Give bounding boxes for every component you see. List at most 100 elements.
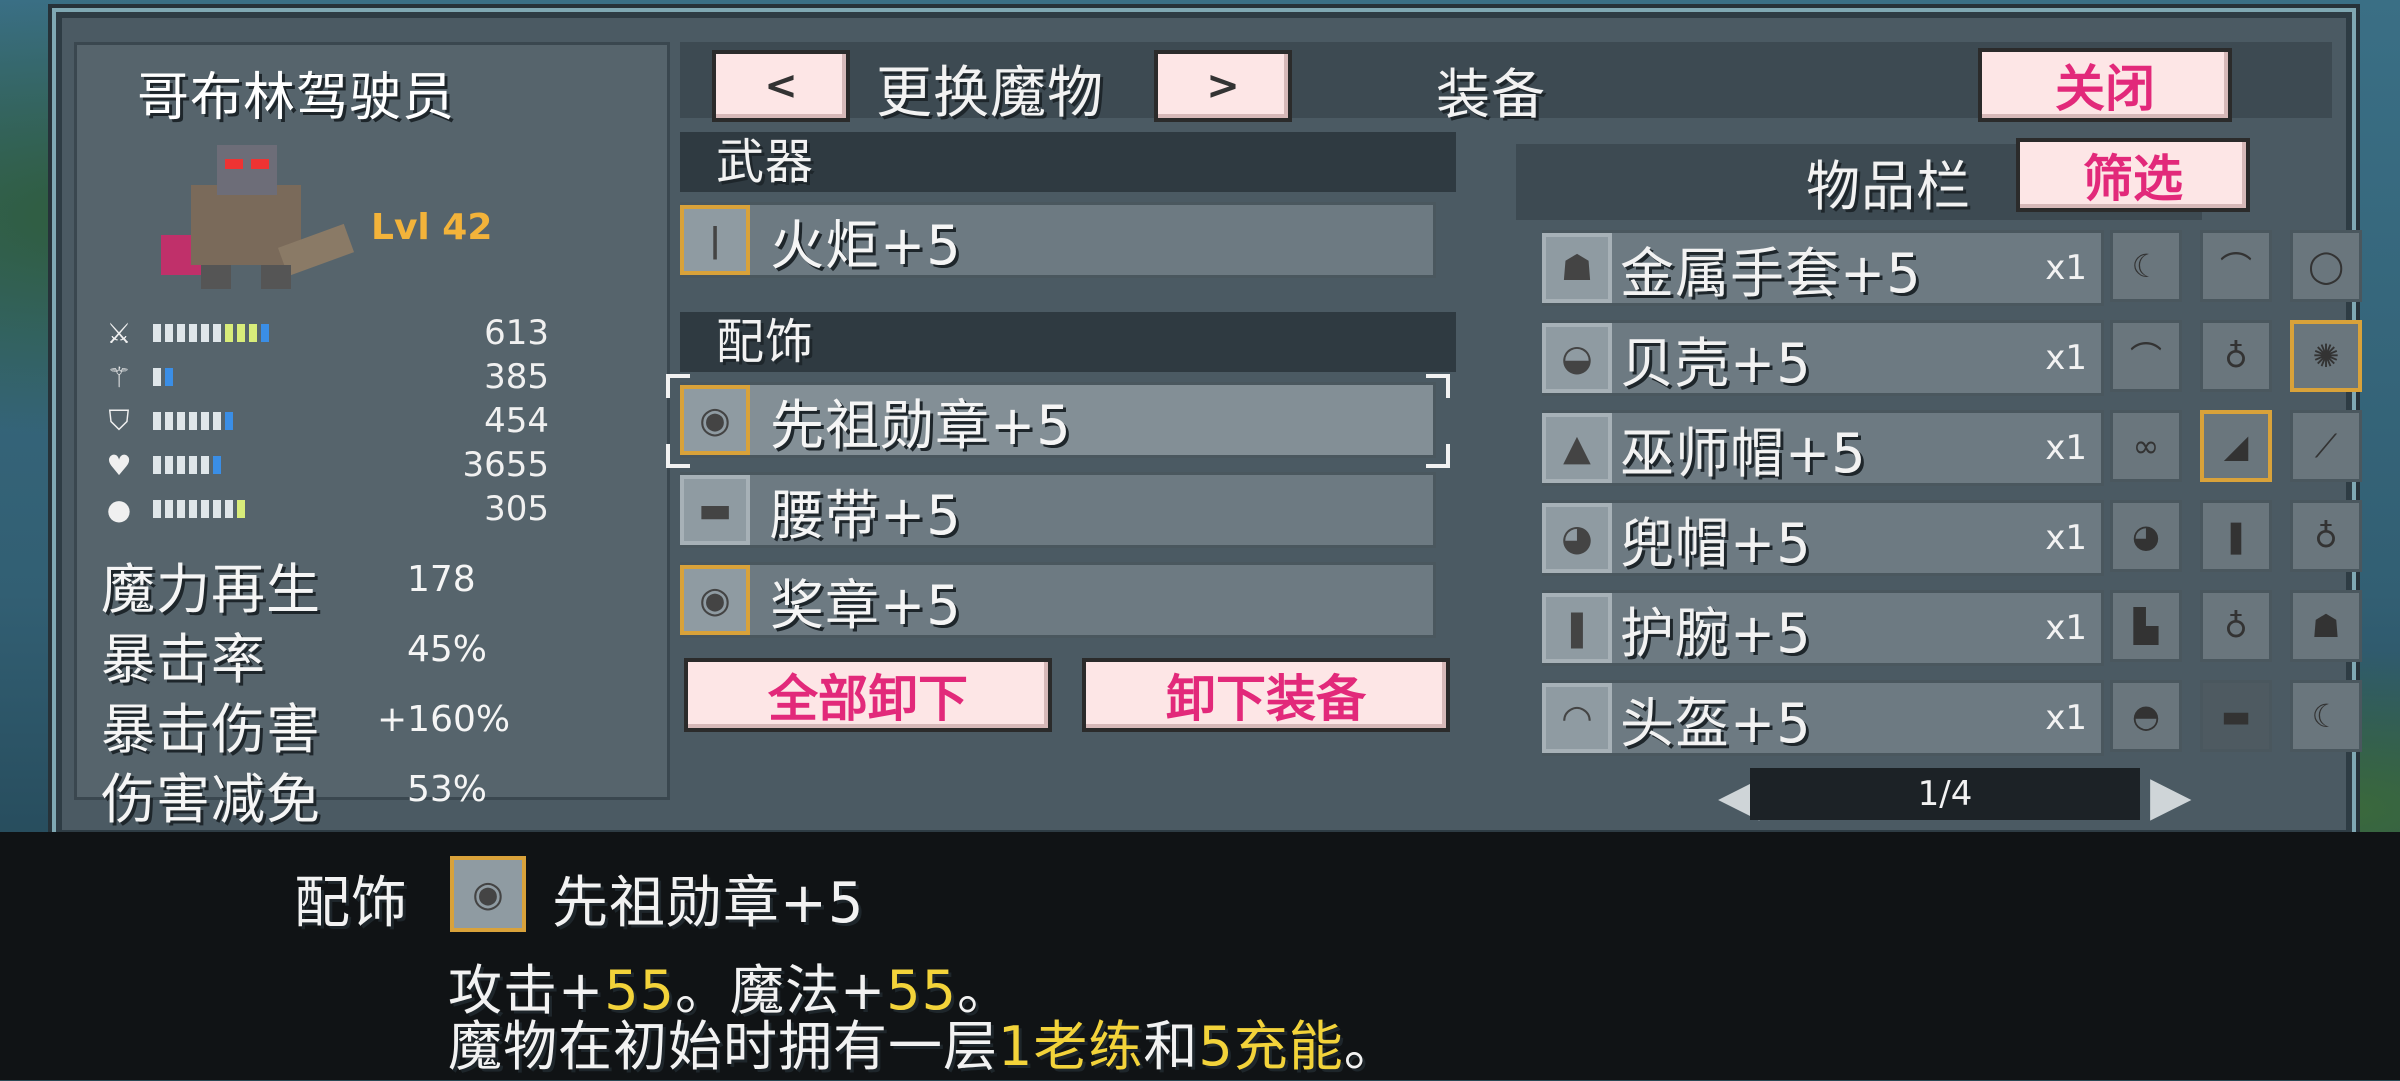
tooltip-value: 1老练 bbox=[998, 1015, 1144, 1078]
selection-corner bbox=[666, 374, 690, 398]
stat-magic: ⚚ 385 bbox=[103, 357, 549, 397]
sword-icon: ⚔ bbox=[106, 316, 132, 350]
selection-corner bbox=[1426, 374, 1450, 398]
inventory-item[interactable]: ▲ 巫师帽+5 x1 bbox=[1542, 410, 2104, 486]
pouch-icon[interactable]: ♁ bbox=[2200, 590, 2272, 662]
belt-icon: ▬ bbox=[680, 475, 750, 545]
medal-icon: ◉ bbox=[450, 856, 526, 932]
crit-rate-label: 暴击率 bbox=[101, 628, 266, 691]
tooltip-text: 。 bbox=[1343, 1015, 1399, 1078]
feather-icon[interactable]: ⟋ bbox=[2290, 410, 2362, 482]
selection-corner bbox=[1426, 444, 1450, 468]
close-button[interactable]: 关闭 bbox=[1978, 48, 2232, 122]
claw-icon[interactable]: ☾ bbox=[2290, 680, 2362, 752]
change-monster-label: 更换魔物 bbox=[876, 61, 1104, 126]
monster-panel: 哥布林驾驶员 Lvl 42 ⚔ 613 ⚚ 385 ⛉ 454 ♥ 3655 ●… bbox=[74, 42, 670, 831]
unequip-all-button[interactable]: 全部卸下 bbox=[684, 658, 1052, 732]
chain-icon[interactable]: ∞ bbox=[2110, 410, 2182, 482]
torch-icon: ǀ bbox=[680, 205, 750, 275]
potion-icon: ● bbox=[106, 492, 132, 526]
inventory-item-qty: x1 bbox=[2045, 518, 2087, 558]
unequip-button[interactable]: 卸下装备 bbox=[1082, 658, 1450, 732]
medal-icon: ◉ bbox=[680, 385, 750, 455]
inventory-item-name: 贝壳+5 bbox=[1620, 331, 1812, 395]
stat-defense: ⛉ 454 bbox=[103, 401, 549, 441]
mana-regen-value: 178 bbox=[407, 559, 476, 600]
stat-bar bbox=[153, 412, 303, 430]
page-indicator: 1/4 bbox=[1750, 768, 2140, 820]
tooltip-text: 和 bbox=[1143, 1015, 1199, 1078]
boomerang-icon[interactable]: ⌒ bbox=[2200, 230, 2272, 302]
tooltip-text: 魔物在初始时拥有一层 bbox=[448, 1015, 998, 1078]
stat-bar bbox=[153, 368, 303, 386]
inventory-item[interactable]: ❚ 护腕+5 x1 bbox=[1542, 590, 2104, 666]
weapon-slot-label: 火炬+5 bbox=[770, 213, 962, 277]
gauntlet-icon[interactable]: ☗ bbox=[2290, 590, 2362, 662]
crit-damage-label: 暴击伤害 bbox=[101, 698, 321, 761]
weapon-section-header: 武器 bbox=[680, 132, 1456, 192]
tooltip-line-2: 魔物在初始时拥有一层1老练和5充能。 bbox=[448, 1002, 1399, 1081]
accessory-slot-1[interactable]: ◉ 先祖勋章+5 bbox=[680, 382, 1436, 458]
stat-attack: ⚔ 613 bbox=[103, 313, 549, 353]
mana-regen-label: 魔力再生 bbox=[101, 558, 321, 621]
inventory-item[interactable]: ◠ 头盔+5 x1 bbox=[1542, 680, 2104, 756]
inventory-item-qty: x1 bbox=[2045, 698, 2087, 738]
accessory-slot-2[interactable]: ▬ 腰带+5 bbox=[680, 472, 1436, 548]
pouch-icon[interactable]: ♁ bbox=[2290, 500, 2362, 572]
bracer-icon: ❚ bbox=[1542, 593, 1612, 663]
inventory-item-name: 兜帽+5 bbox=[1620, 511, 1812, 575]
inventory-item-name: 头盔+5 bbox=[1620, 691, 1812, 755]
medal-icon: ◉ bbox=[680, 565, 750, 635]
inventory-item[interactable]: ☗ 金属手套+5 x1 bbox=[1542, 230, 2104, 306]
monster-name: 哥布林驾驶员 bbox=[137, 68, 456, 128]
bracer-icon[interactable]: ❚ bbox=[2200, 500, 2272, 572]
damage-reduction-label: 伤害减免 bbox=[101, 768, 321, 831]
heart-icon: ♥ bbox=[106, 448, 132, 482]
inventory-item[interactable]: ◒ 贝壳+5 x1 bbox=[1542, 320, 2104, 396]
accessory-section-header: 配饰 bbox=[680, 312, 1456, 372]
stat-value: 454 bbox=[484, 401, 549, 441]
inventory-item-qty: x1 bbox=[2045, 338, 2087, 378]
goblin-pilot-sprite bbox=[161, 145, 355, 289]
wizard-hat-icon: ▲ bbox=[1542, 413, 1612, 483]
shield-icon: ⛉ bbox=[108, 404, 130, 437]
amulet-icon[interactable]: ✺ bbox=[2290, 320, 2362, 392]
boomerang-icon[interactable]: ⌒ bbox=[2110, 320, 2182, 392]
inventory-item-qty: x1 bbox=[2045, 428, 2087, 468]
shell-icon: ◒ bbox=[1542, 323, 1612, 393]
hood-icon: ◕ bbox=[1542, 503, 1612, 573]
pouch-icon[interactable]: ♁ bbox=[2200, 320, 2272, 392]
inventory-item-name: 护腕+5 bbox=[1620, 601, 1812, 665]
stat-mana: ● 305 bbox=[103, 489, 549, 529]
hood-icon[interactable]: ◕ bbox=[2110, 500, 2182, 572]
stat-bar bbox=[153, 500, 303, 518]
goggles-icon[interactable]: ◓ bbox=[2110, 680, 2182, 752]
prev-monster-button[interactable]: < bbox=[712, 50, 850, 122]
filter-button[interactable]: 筛选 bbox=[2016, 138, 2250, 212]
tooltip-category: 配饰 bbox=[294, 871, 408, 936]
equipment-window: 哥布林驾驶员 Lvl 42 ⚔ 613 ⚚ 385 ⛉ 454 ♥ 3655 ●… bbox=[52, 8, 2362, 840]
accessory-slot-label: 先祖勋章+5 bbox=[770, 393, 1072, 457]
belt-icon[interactable]: ▬ bbox=[2200, 680, 2272, 752]
fin-icon[interactable]: ◢ bbox=[2200, 410, 2272, 482]
accessory-slot-3[interactable]: ◉ 奖章+5 bbox=[680, 562, 1436, 638]
inventory-item[interactable]: ◕ 兜帽+5 x1 bbox=[1542, 500, 2104, 576]
crit-rate-value: 45% bbox=[407, 629, 488, 670]
helmet-icon: ◠ bbox=[1542, 683, 1612, 753]
claw-icon[interactable]: ☾ bbox=[2110, 230, 2182, 302]
stat-bar bbox=[153, 456, 303, 474]
tooltip-item-name: 先祖勋章+5 bbox=[552, 871, 865, 936]
gauntlet-icon: ☗ bbox=[1542, 233, 1612, 303]
boot-icon[interactable]: ▙ bbox=[2110, 590, 2182, 662]
accessory-slot-label: 腰带+5 bbox=[770, 483, 962, 547]
ring-icon[interactable]: ◯ bbox=[2290, 230, 2362, 302]
monster-level: Lvl 42 bbox=[371, 207, 493, 248]
next-monster-button[interactable]: > bbox=[1154, 50, 1292, 122]
stat-health: ♥ 3655 bbox=[103, 445, 549, 485]
inventory-item-name: 巫师帽+5 bbox=[1620, 421, 1867, 485]
stat-bar bbox=[153, 324, 303, 342]
weapon-slot[interactable]: ǀ 火炬+5 bbox=[680, 202, 1436, 278]
next-page-icon[interactable]: ▶ bbox=[2150, 764, 2192, 827]
inventory-item-qty: x1 bbox=[2045, 248, 2087, 288]
stat-value: 385 bbox=[484, 357, 549, 397]
